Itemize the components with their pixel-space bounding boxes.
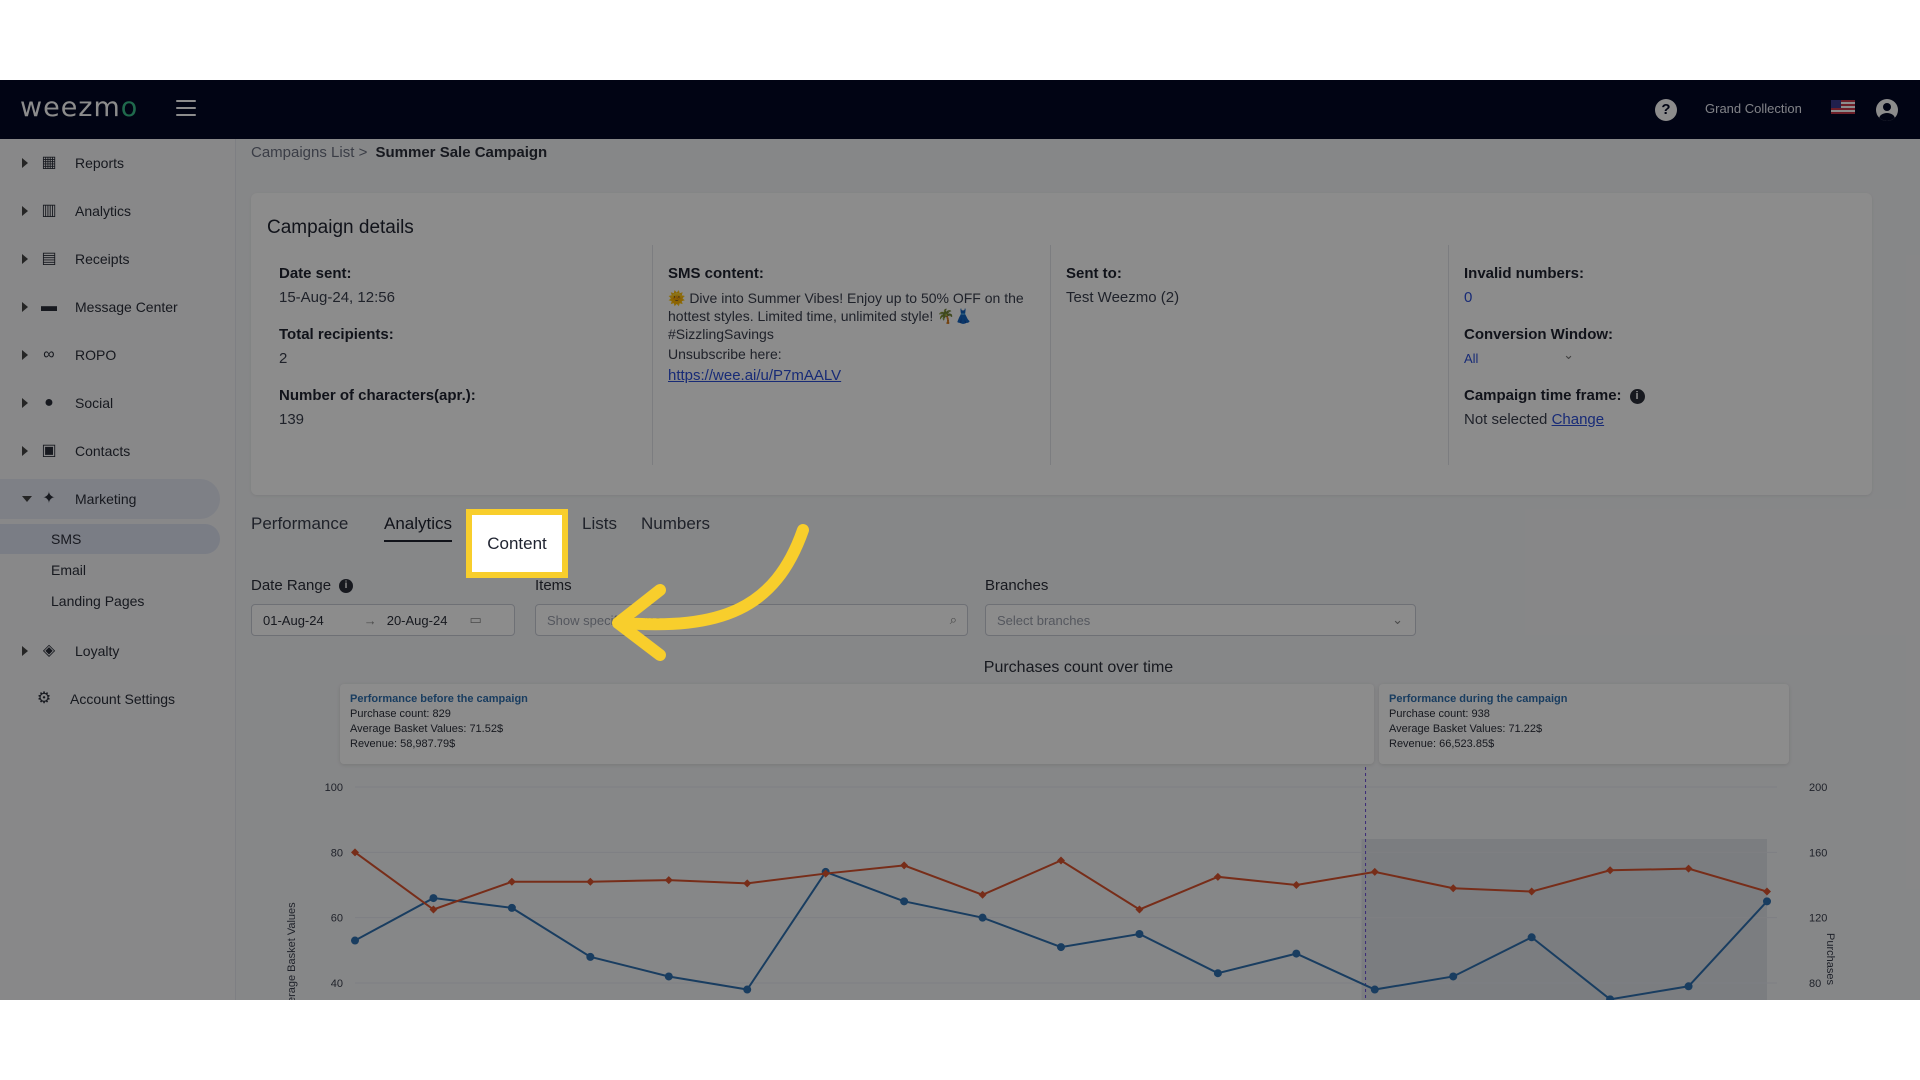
screen: weezmo ? Grand Collection ▦ Reports ▥ An… [0,80,1920,1000]
highlighted-content-tab[interactable]: Content [466,509,568,578]
dim-overlay [0,80,1920,1000]
